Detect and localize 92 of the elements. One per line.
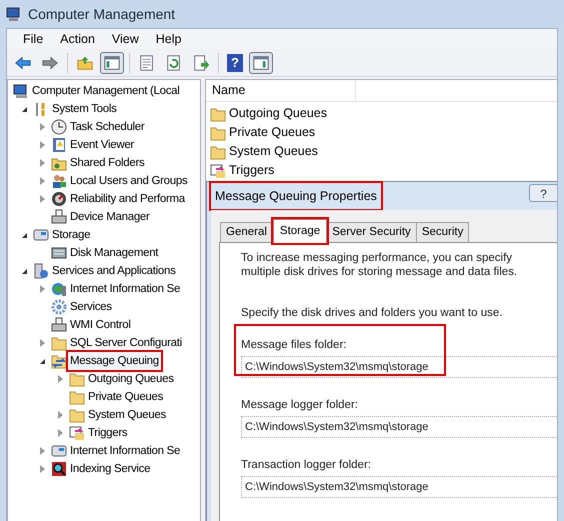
collapsed-arrow-icon[interactable]: [40, 195, 44, 203]
instruction-text: Specify the disk drives and folders you want to use.: [241, 306, 504, 321]
menu-item[interactable]: Help: [148, 29, 190, 49]
refresh-icon: [165, 54, 183, 72]
tree-item[interactable]: Internet Information Se: [69, 443, 182, 459]
help-button[interactable]: ?: [224, 52, 246, 74]
menu-item[interactable]: Action: [52, 29, 103, 49]
tab[interactable]: Server Security: [326, 222, 417, 242]
field-label: Message logger folder:: [241, 398, 359, 412]
collapsed-arrow-icon[interactable]: [58, 429, 62, 437]
tree-item[interactable]: Internet Information Se: [69, 281, 182, 297]
folder-icon: [210, 124, 226, 140]
collapsed-arrow-icon[interactable]: [40, 285, 44, 293]
expanded-arrow-icon[interactable]: [22, 232, 26, 238]
expanded-arrow-icon[interactable]: [22, 106, 26, 112]
tab[interactable]: Security: [416, 222, 470, 242]
expanded-arrow-icon[interactable]: [40, 358, 44, 364]
action-pane-icon: [252, 54, 270, 72]
collapsed-arrow-icon[interactable]: [40, 339, 44, 347]
collapsed-arrow-icon[interactable]: [40, 465, 44, 473]
collapsed-arrow-icon[interactable]: [40, 177, 44, 185]
tree-item[interactable]: System Queues: [87, 407, 167, 423]
collapsed-arrow-icon[interactable]: [58, 411, 62, 419]
collapsed-arrow-icon[interactable]: [40, 447, 44, 455]
collapsed-arrow-icon[interactable]: [58, 375, 62, 383]
tab[interactable]: General: [220, 222, 273, 242]
path-field[interactable]: C:\Windows\System32\msmq\storage: [241, 476, 557, 498]
magnifier-icon: [51, 461, 67, 477]
tree-item[interactable]: Services and Applications: [51, 263, 177, 279]
gear-icon: [51, 299, 67, 315]
window-title: Computer Management: [28, 4, 176, 24]
export-icon: [192, 54, 210, 72]
toolbar-button[interactable]: [249, 52, 273, 74]
collapsed-arrow-icon[interactable]: [40, 141, 44, 149]
folder-icon: [210, 144, 226, 160]
tree-item[interactable]: Indexing Service: [69, 461, 152, 477]
path-field[interactable]: C:\Windows\System32\msmq\storage: [241, 416, 557, 438]
storage-icon: [51, 443, 67, 459]
tree-item[interactable]: Local Users and Groups: [69, 173, 188, 189]
tree-item[interactable]: Shared Folders: [69, 155, 146, 171]
toolbar-button[interactable]: [100, 52, 124, 74]
tree-item[interactable]: Device Manager: [69, 209, 151, 225]
clock-icon: [51, 119, 67, 135]
tree-item[interactable]: System Tools: [51, 101, 118, 117]
tree-item[interactable]: Triggers: [87, 425, 128, 441]
device-icon: [51, 209, 67, 225]
event-log-icon: [51, 137, 67, 153]
folder-icon: [69, 407, 85, 423]
list-item[interactable]: Triggers: [229, 161, 274, 180]
collapsed-arrow-icon[interactable]: [40, 159, 44, 167]
list-item[interactable]: System Queues: [229, 142, 318, 161]
computer-icon: [13, 83, 29, 99]
tree-item[interactable]: Outgoing Queues: [87, 371, 175, 387]
storage-icon: [33, 227, 49, 243]
collapsed-arrow-icon[interactable]: [40, 123, 44, 131]
gauge-icon: [51, 191, 67, 207]
computer-icon: [6, 6, 22, 22]
trigger-icon: [69, 425, 85, 441]
tree-item[interactable]: Disk Management: [69, 245, 160, 261]
properties-icon: [138, 54, 156, 72]
list-item[interactable]: Outgoing Queues: [229, 104, 327, 123]
tree-item[interactable]: Computer Management (Local: [31, 83, 181, 99]
tab[interactable]: Storage: [272, 219, 328, 243]
intro-text: To increase messaging performance, you can specify multiple disk drives for storing message and data files.: [241, 251, 518, 279]
folder-icon: [51, 335, 67, 351]
device-icon: [51, 317, 67, 333]
trigger-icon: [210, 162, 226, 178]
column-header[interactable]: Name: [206, 80, 356, 101]
tree-pane-icon: [103, 54, 121, 72]
tree-item[interactable]: Services: [69, 299, 113, 315]
menu-item[interactable]: File: [15, 29, 52, 49]
tree-item[interactable]: Private Queues: [87, 389, 164, 405]
tree-item[interactable]: Message Queuing: [69, 353, 160, 369]
menu-item[interactable]: View: [104, 29, 147, 49]
tree-item[interactable]: Task Scheduler: [69, 119, 146, 135]
field-label: Transaction logger folder:: [241, 458, 372, 472]
expanded-arrow-icon[interactable]: [22, 268, 26, 274]
field-label: Message files folder:: [241, 338, 348, 352]
folder-icon: [210, 106, 226, 122]
tree-item[interactable]: Reliability and Performa: [69, 191, 186, 207]
help-button[interactable]: ?: [529, 184, 557, 202]
list-item[interactable]: Private Queues: [229, 123, 316, 142]
folder-icon: [69, 371, 85, 387]
path-field[interactable]: C:\Windows\System32\msmq\storage: [241, 356, 557, 378]
queue-icon: [51, 353, 67, 369]
tree-item[interactable]: WMI Control: [69, 317, 132, 333]
tree-item[interactable]: SQL Server Configurati: [69, 335, 183, 351]
tree-item[interactable]: Storage: [51, 227, 92, 243]
users-icon: [51, 173, 67, 189]
globe-icon: [51, 281, 67, 297]
folder-icon: [69, 389, 85, 405]
tree-item[interactable]: Event Viewer: [69, 137, 135, 153]
